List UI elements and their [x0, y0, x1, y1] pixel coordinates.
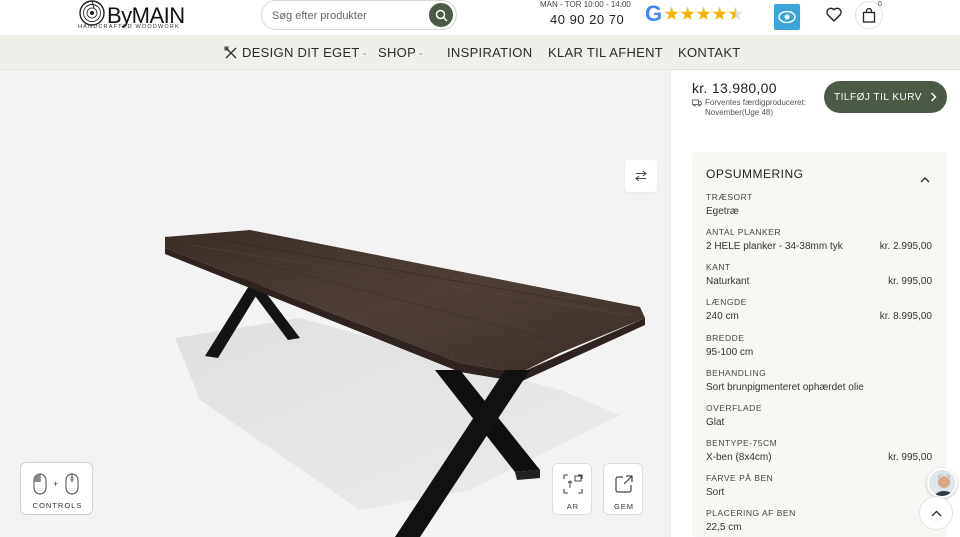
summary-value-bentype: X-ben (8x4cm): [706, 452, 772, 463]
summary-label-placering-af-ben: PLACERING AF BEN: [706, 508, 796, 518]
nav-label: DESIGN DIT EGET: [242, 45, 360, 60]
mouse-controls-icon: +: [33, 473, 79, 495]
order-summary: OPSUMMERING TRÆSORT Egetræ ANTAL PLANKER…: [692, 152, 947, 537]
chevron-down-icon: ⌄: [361, 49, 368, 57]
summary-value-overflade: Glat: [706, 417, 725, 428]
nav-item-shop[interactable]: SHOP ⌄: [378, 45, 424, 60]
svg-text:+: +: [53, 479, 58, 489]
summary-value-kant: Naturkant: [706, 276, 750, 287]
summary-label-overflade: OVERFLADE: [706, 403, 762, 413]
logo-tagline: HANDCRAFTED WOODWORK: [78, 24, 180, 30]
wishlist-heart-icon[interactable]: [826, 7, 842, 27]
summary-price-bentype: kr. 995,00: [888, 452, 932, 463]
main-navigation: DESIGN DIT EGET ⌄ SHOP ⌄ INSPIRATION KLA…: [0, 35, 960, 70]
controls-label: CONTROLS: [32, 501, 83, 510]
e-maerket-icon[interactable]: [774, 4, 800, 30]
delivery-label: Forventes færdigproduceret:: [705, 98, 806, 107]
nav-item-inspiration[interactable]: INSPIRATION: [447, 45, 532, 60]
search-button[interactable]: [429, 3, 453, 27]
delivery-truck-icon: [692, 99, 702, 107]
summary-label-traesort: TRÆSORT: [706, 192, 753, 202]
summary-price-laengde: kr. 8.995,00: [879, 311, 932, 322]
summary-value-placering-af-ben: 22,5 cm: [706, 522, 742, 533]
summary-label-bredde: BREDDE: [706, 333, 745, 343]
summary-value-behandling: Sort brunpigmenteret ophærdet olie: [706, 382, 864, 393]
logo[interactable]: ByMAIN HANDCRAFTED WOODWORK: [78, 0, 188, 33]
nav-item-design-dit-eget[interactable]: DESIGN DIT EGET ⌄: [224, 45, 368, 60]
rating-stars: [664, 6, 743, 22]
summary-value-farve-paa-ben: Sort: [706, 487, 725, 498]
product-price: kr. 13.980,00: [692, 80, 777, 96]
delivery-estimate: Forventes færdigproduceret: November(Uge…: [692, 98, 817, 118]
summary-label-kant: KANT: [706, 262, 731, 272]
summary-label-farve-paa-ben: FARVE PÅ BEN: [706, 473, 774, 483]
summary-title: OPSUMMERING: [706, 167, 804, 181]
add-to-cart-button[interactable]: TILFØJ TIL KURV: [824, 81, 947, 113]
design-tools-icon: [224, 46, 237, 58]
chevron-up-icon: [931, 510, 941, 516]
half-star-icon: [728, 6, 743, 21]
collapse-chevron-up-icon[interactable]: [920, 170, 930, 188]
summary-label-bentype: BENTYPE-75CM: [706, 438, 778, 448]
header: ByMAIN HANDCRAFTED WOODWORK MAN - TOR 10…: [0, 0, 960, 35]
search-input[interactable]: [272, 8, 422, 24]
search-bar: [261, 0, 457, 30]
summary-label-behandling: BEHANDLING: [706, 368, 767, 378]
ar-label: AR: [566, 502, 580, 511]
shopping-bag-icon: [862, 7, 876, 23]
add-to-cart-label: TILFØJ TIL KURV: [834, 91, 922, 103]
save-design-button[interactable]: GEM: [603, 463, 643, 515]
star-icon: [712, 6, 727, 21]
ar-icon: [563, 474, 583, 494]
nav-label: INSPIRATION: [447, 45, 533, 60]
delivery-week: November(Uge 48): [705, 108, 774, 117]
share-export-icon: [615, 475, 633, 493]
summary-value-traesort: Egetræ: [706, 206, 739, 217]
summary-label-laengde: LÆNGDE: [706, 297, 747, 307]
google-icon: G: [645, 1, 663, 26]
chevron-down-icon: ⌄: [418, 49, 425, 57]
chevron-right-icon: [930, 92, 937, 102]
cart-count-badge: 0: [878, 1, 882, 8]
swap-view-button[interactable]: [625, 160, 657, 192]
controls-hint[interactable]: + CONTROLS: [20, 462, 93, 515]
opening-hours: MAN - TOR 10:00 - 14:00: [540, 0, 631, 9]
nav-label: KONTAKT: [678, 45, 741, 60]
nav-label: KLAR TIL AFHENT: [548, 45, 664, 60]
nav-label: SHOP: [378, 45, 417, 60]
summary-value-bredde: 95-100 cm: [706, 347, 754, 358]
summary-price-kant: kr. 995,00: [888, 276, 932, 287]
nav-item-kontakt[interactable]: KONTAKT: [678, 45, 741, 60]
star-icon: [664, 6, 679, 21]
star-icon: [696, 6, 711, 21]
save-label: GEM: [613, 502, 635, 511]
phone-number[interactable]: 40 90 20 70: [550, 12, 624, 27]
summary-price-antal-planker: kr. 2.995,00: [879, 241, 932, 252]
ar-button[interactable]: AR: [552, 463, 592, 515]
search-icon: [435, 9, 448, 22]
summary-value-antal-planker: 2 HELE planker - 34-38mm tyk: [706, 241, 843, 252]
star-icon: [680, 6, 695, 21]
nav-item-klar-til-afhent[interactable]: KLAR TIL AFHENT: [548, 45, 663, 60]
google-rating[interactable]: G: [645, 1, 743, 26]
swap-arrows-icon: [635, 170, 647, 182]
chat-support-avatar[interactable]: [927, 468, 957, 498]
summary-value-laengde: 240 cm: [706, 311, 739, 322]
scroll-to-top-button[interactable]: [919, 496, 953, 530]
summary-label-antal-planker: ANTAL PLANKER: [706, 227, 781, 237]
